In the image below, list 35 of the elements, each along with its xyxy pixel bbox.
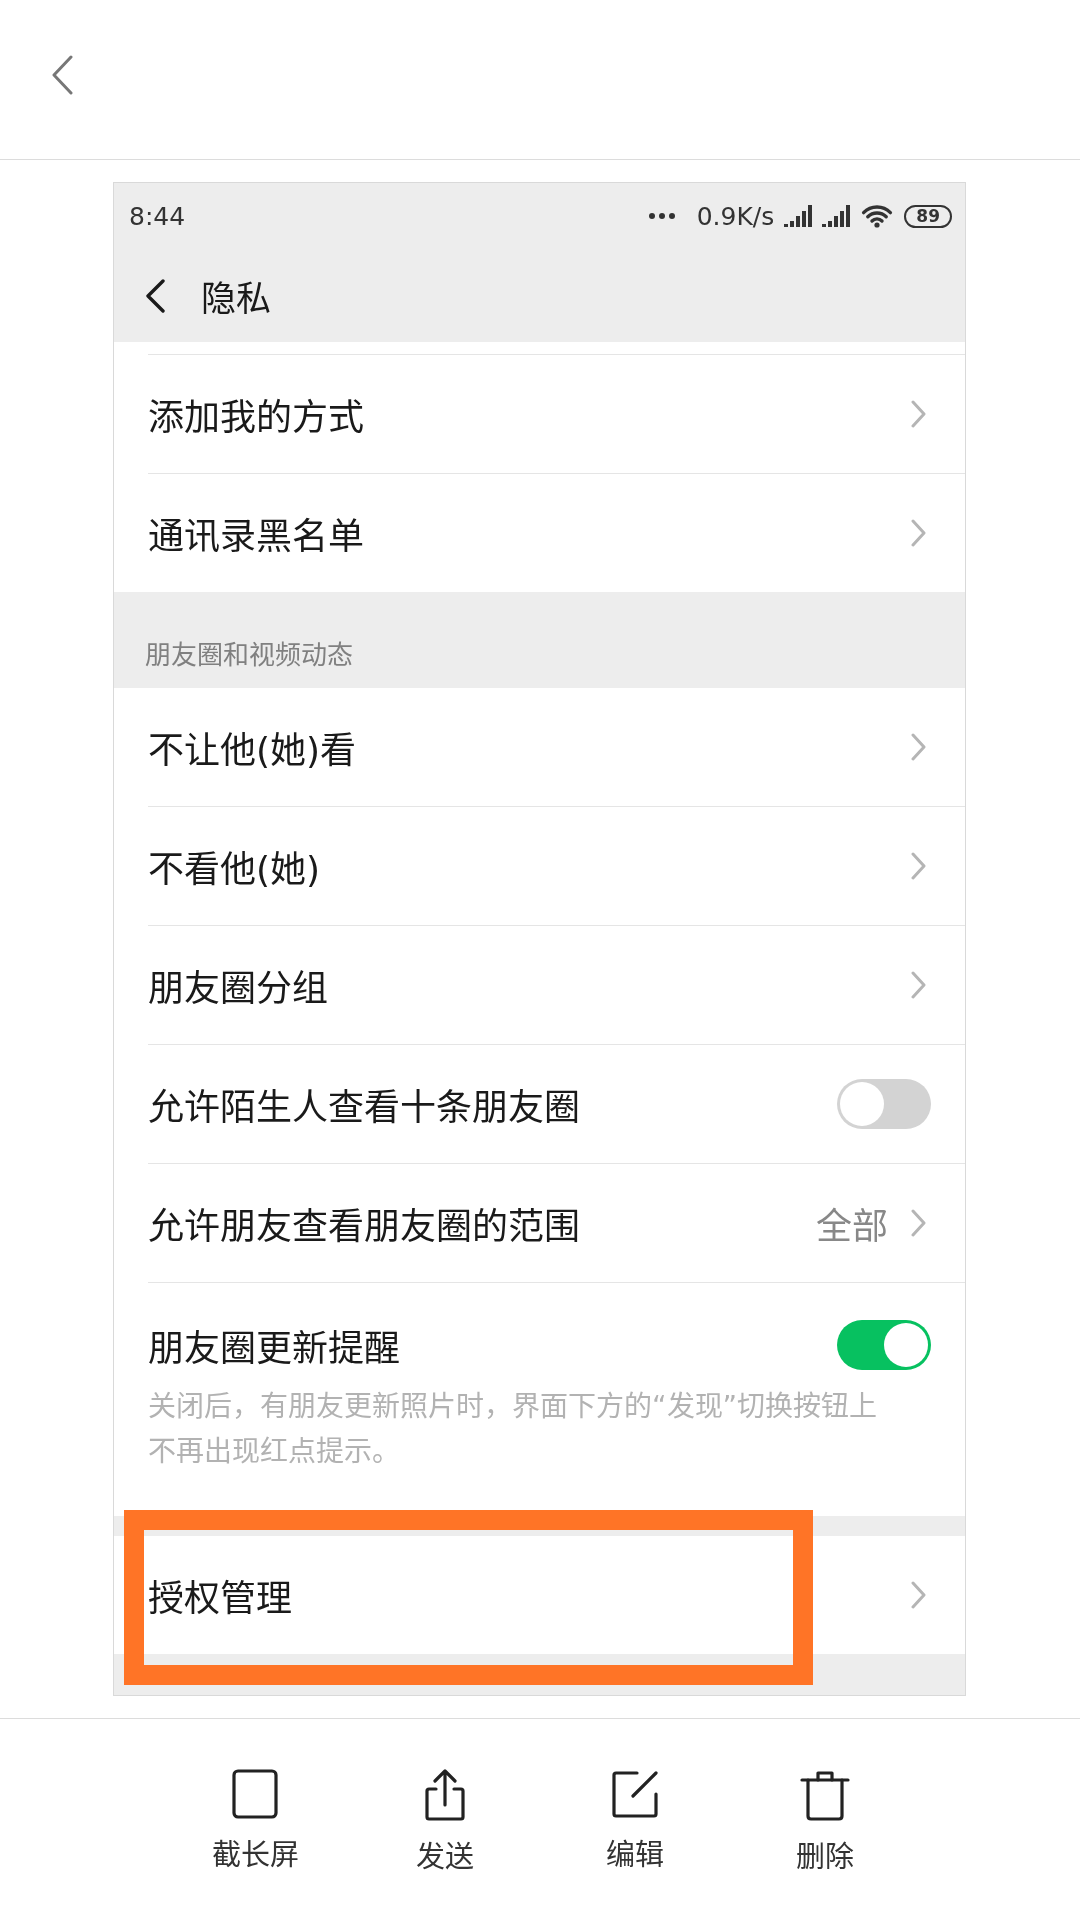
- settings-row[interactable]: 允许朋友查看朋友圈的范围 全部: [148, 1163, 965, 1282]
- page-title: 隐私: [201, 278, 271, 321]
- row-label: 允许陌生人查看十条朋友圈: [148, 1086, 581, 1130]
- toggle-switch[interactable]: [837, 1079, 931, 1129]
- chevron-right-icon: [911, 852, 926, 880]
- status-time: 8:44: [129, 201, 186, 231]
- network-speed: 0.9K/s: [696, 201, 775, 231]
- toggle-switch[interactable]: [837, 1320, 931, 1370]
- chevron-right-icon: [911, 733, 926, 761]
- wifi-icon: [860, 204, 895, 228]
- row-value: 全部: [816, 1205, 888, 1249]
- chevron-right-icon: [911, 1209, 926, 1237]
- edit-button[interactable]: 编辑: [606, 1769, 664, 1875]
- send-button[interactable]: 发送: [416, 1769, 474, 1875]
- trash-icon: [800, 1769, 850, 1821]
- row-description: 关闭后，有朋友更新照片时，界面下方的“发现”切换按钮上不再出现红点提示。: [148, 1389, 878, 1470]
- long-screenshot-button[interactable]: 截长屏: [211, 1769, 299, 1875]
- settings-row[interactable]: 不让他(她)看: [148, 688, 965, 806]
- square-icon: [232, 1769, 278, 1819]
- settings-row[interactable]: 不看他(她): [148, 806, 965, 925]
- square-slash-icon: [611, 1769, 659, 1819]
- more-dots-icon: [648, 213, 675, 219]
- delete-button[interactable]: 删除: [796, 1769, 854, 1875]
- signal-icon: [822, 205, 851, 227]
- settings-row[interactable]: 添加我的方式: [148, 354, 965, 473]
- settings-row[interactable]: 授权管理: [148, 1536, 965, 1654]
- battery-indicator: 89: [904, 204, 952, 228]
- chevron-right-icon: [911, 971, 926, 999]
- chevron-right-icon: [911, 519, 926, 547]
- signal-icon: [784, 205, 813, 227]
- chevron-right-icon: [911, 1581, 926, 1609]
- chevron-right-icon: [911, 400, 926, 428]
- settings-row[interactable]: 朋友圈分组: [148, 925, 965, 1044]
- back-icon[interactable]: [145, 278, 165, 313]
- row-label: 朋友圈更新提醒: [148, 1327, 401, 1371]
